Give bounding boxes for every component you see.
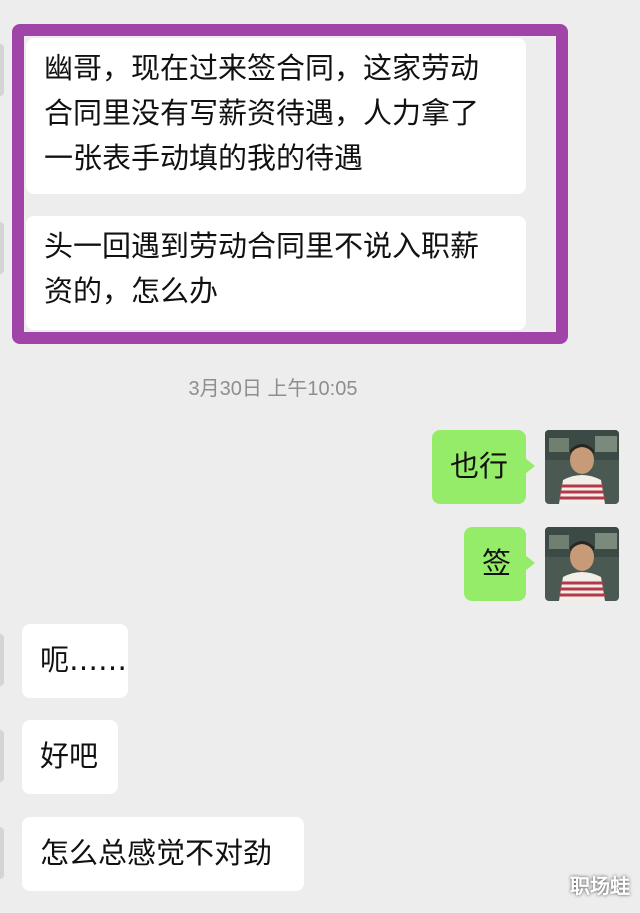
sender-avatar-edge[interactable]	[0, 827, 4, 879]
incoming-message-4[interactable]: 好吧	[22, 720, 118, 794]
message-line: 幽哥，现在过来签合同，这家劳动	[44, 51, 480, 85]
outgoing-message-2[interactable]: 签	[464, 527, 535, 601]
message-line: 合同里没有写薪资待遇，人力拿了	[44, 96, 480, 130]
message-text: 好吧	[40, 739, 99, 773]
avatar-photo-icon	[545, 527, 619, 601]
message-text: 也行	[450, 449, 509, 483]
incoming-message-2[interactable]: 头一回遇到劳动合同里不说入职薪 资的，怎么办	[26, 216, 526, 330]
user-avatar[interactable]	[545, 527, 619, 601]
message-line: 头一回遇到劳动合同里不说入职薪	[44, 229, 480, 263]
incoming-message-5[interactable]: 怎么总感觉不对劲	[22, 817, 304, 891]
sender-avatar-edge[interactable]	[0, 730, 4, 782]
incoming-message-1[interactable]: 幽哥，现在过来签合同，这家劳动 合同里没有写薪资待遇，人力拿了 一张表手动填的我…	[26, 38, 526, 194]
user-avatar[interactable]	[545, 430, 619, 504]
message-text: 呃……	[40, 643, 128, 677]
sender-avatar-edge[interactable]	[0, 222, 4, 274]
incoming-message-3[interactable]: 呃……	[22, 624, 128, 698]
message-text: 怎么总感觉不对劲	[40, 836, 273, 870]
sender-avatar-edge[interactable]	[0, 44, 4, 96]
outgoing-message-1[interactable]: 也行	[432, 430, 535, 504]
watermark: 职场蛙	[570, 874, 630, 898]
sender-avatar-edge[interactable]	[0, 634, 4, 686]
message-line: 资的，怎么办	[44, 274, 219, 308]
message-text: 签	[482, 546, 512, 580]
message-timestamp: 3月30日 上午10:05	[188, 378, 358, 400]
avatar-photo-icon	[545, 430, 619, 504]
message-line: 一张表手动填的我的待遇	[44, 141, 364, 175]
